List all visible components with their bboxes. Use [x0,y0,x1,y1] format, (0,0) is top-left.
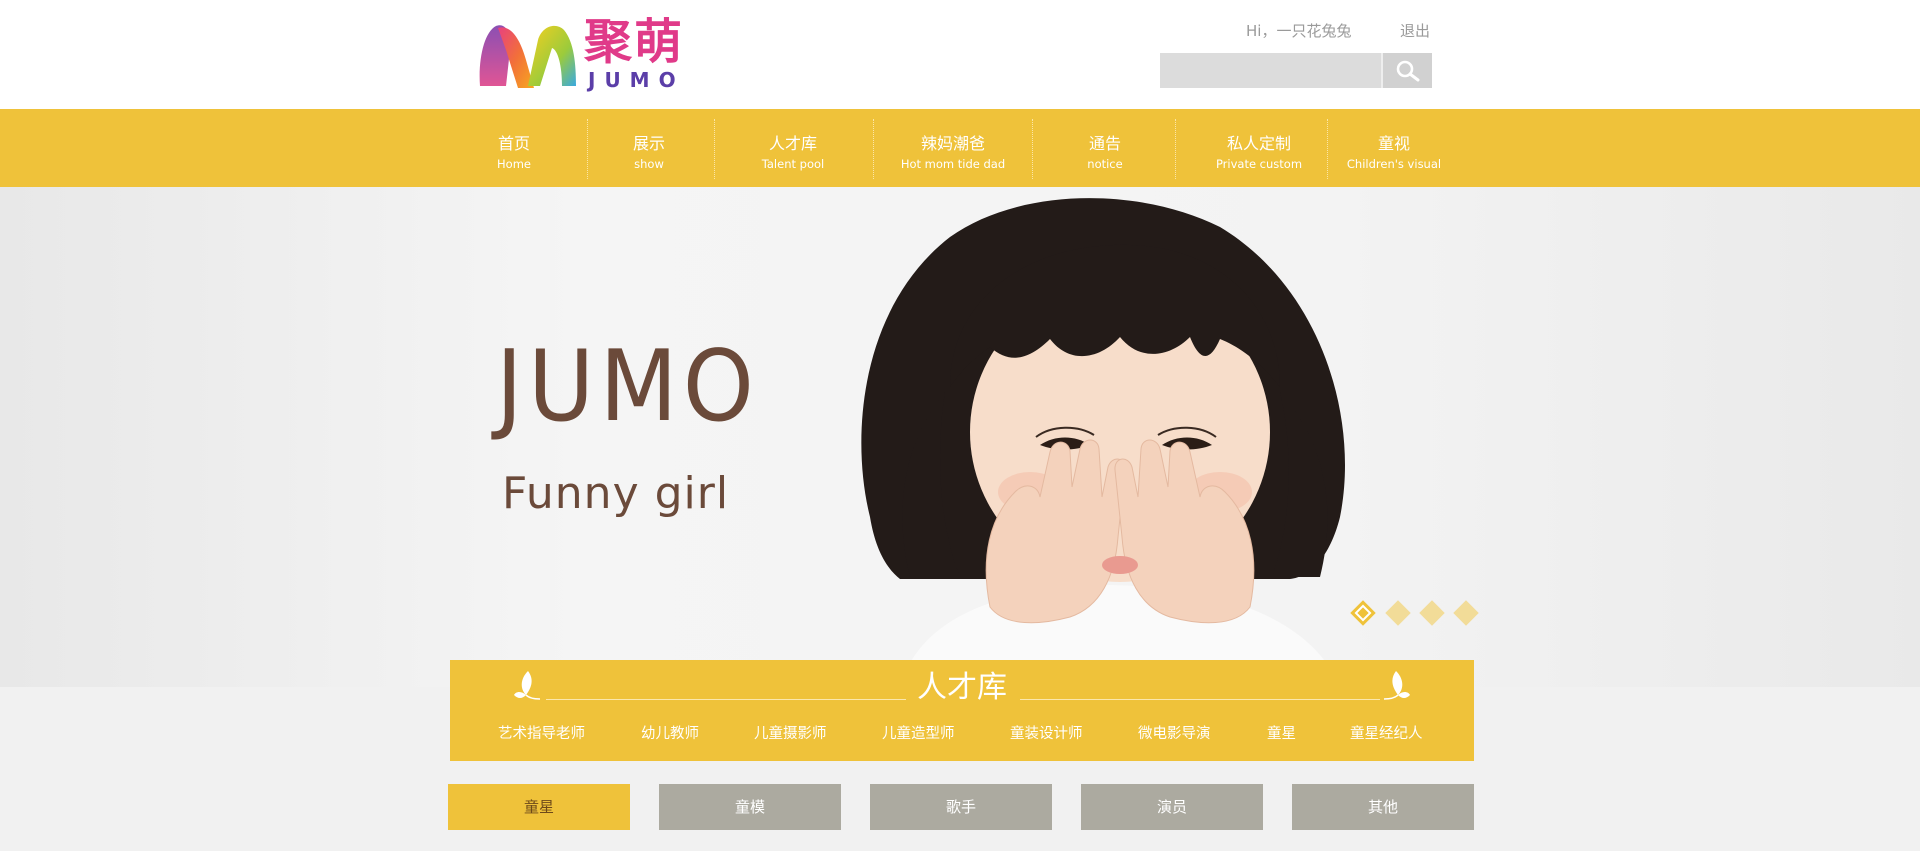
filter-tab-other[interactable]: 其他 [1292,784,1474,830]
title-rule-right [1020,699,1380,700]
hero-slider-dots [1349,600,1479,626]
search-icon [1396,60,1420,82]
nav-label-cn: 首页 [497,134,530,153]
talent-category-child-star[interactable]: 童星 [1267,724,1296,744]
nav-label-en: Children's visual [1346,157,1442,171]
logo-text-en: JUMO [588,68,685,92]
nav-label-cn: 通告 [1088,134,1121,153]
nav-divider [873,119,874,179]
nav-item-hot-mom-tide-dad[interactable]: 辣妈潮爸 Hot mom tide dad [893,109,1013,187]
nav-divider [1032,119,1033,179]
nav-label-en: notice [1087,157,1123,171]
filter-tab-singer[interactable]: 歌手 [870,784,1052,830]
nav-item-private-custom[interactable]: 私人定制 Private custom [1207,109,1311,187]
nav-label-en: show [634,157,664,171]
talent-pool-panel: 人才库 艺术指导老师 幼儿教师 儿童摄影师 儿童造型师 童装设计师 微电影导演 … [450,660,1474,761]
site-header: 聚萌 JUMO Hi，一只花兔兔 退出 [0,0,1920,109]
nav-label-en: Talent pool [761,157,825,171]
search-box [1160,53,1432,88]
nav-label-en: Home [497,157,531,171]
main-nav: 首页 Home 展示 show 人才库 Talent pool 辣妈潮爸 Hot… [0,109,1920,187]
nav-label-cn: 展示 [632,134,665,153]
hero-banner: JUMO Funny girl [0,187,1920,687]
slider-dot-3[interactable] [1419,600,1445,626]
nav-divider [1327,119,1328,179]
nav-item-notice[interactable]: 通告 notice [1065,109,1145,187]
search-button[interactable] [1383,53,1432,88]
talent-category-child-stylist[interactable]: 儿童造型师 [882,724,955,744]
slider-dot-4[interactable] [1453,600,1479,626]
talent-category-micro-film-director[interactable]: 微电影导演 [1138,724,1211,744]
talent-category-kidswear-designer[interactable]: 童装设计师 [1010,724,1083,744]
slider-dot-1[interactable] [1350,600,1376,626]
talent-category-child-star-agent[interactable]: 童星经纪人 [1350,724,1423,744]
talent-category-art-director[interactable]: 艺术指导老师 [498,724,585,744]
talent-category-child-photographer[interactable]: 儿童摄影师 [754,724,827,744]
filter-tab-child-star[interactable]: 童星 [448,784,630,830]
talent-pool-title: 人才库 [917,670,1007,705]
nav-item-childrens-visual[interactable]: 童视 Children's visual [1338,109,1450,187]
nav-label-cn: 童视 [1377,134,1410,153]
nav-label-cn: 私人定制 [1226,134,1291,153]
nav-item-show[interactable]: 展示 show [609,109,689,187]
talent-category-kindergarten-teacher[interactable]: 幼儿教师 [641,724,699,744]
nav-divider [1175,119,1176,179]
nav-item-home[interactable]: 首页 Home [474,109,554,187]
slider-dot-2[interactable] [1385,600,1411,626]
leaf-icon [1383,671,1410,700]
nav-divider [587,119,588,179]
hero-child-photo [861,198,1345,687]
logout-link[interactable]: 退出 [1400,21,1430,41]
logo-mark-icon [479,25,576,88]
logo-text-cn: 聚萌 [584,14,685,70]
nav-label-cn: 人才库 [768,134,817,153]
nav-label-en: Private custom [1215,157,1303,171]
hero-title: JUMO [496,330,760,444]
user-greeting: Hi，一只花兔兔 [1246,22,1352,40]
nav-divider [714,119,715,179]
hero-subtitle: Funny girl [502,468,730,519]
site-logo[interactable]: 聚萌 JUMO [476,14,708,94]
search-input[interactable] [1160,53,1381,88]
nav-label-cn: 辣妈潮爸 [920,134,985,153]
nav-item-talent-pool[interactable]: 人才库 Talent pool [743,109,843,187]
filter-tab-actor[interactable]: 演员 [1081,784,1263,830]
filter-tab-child-model[interactable]: 童模 [659,784,841,830]
nav-label-en: Hot mom tide dad [900,157,1006,171]
